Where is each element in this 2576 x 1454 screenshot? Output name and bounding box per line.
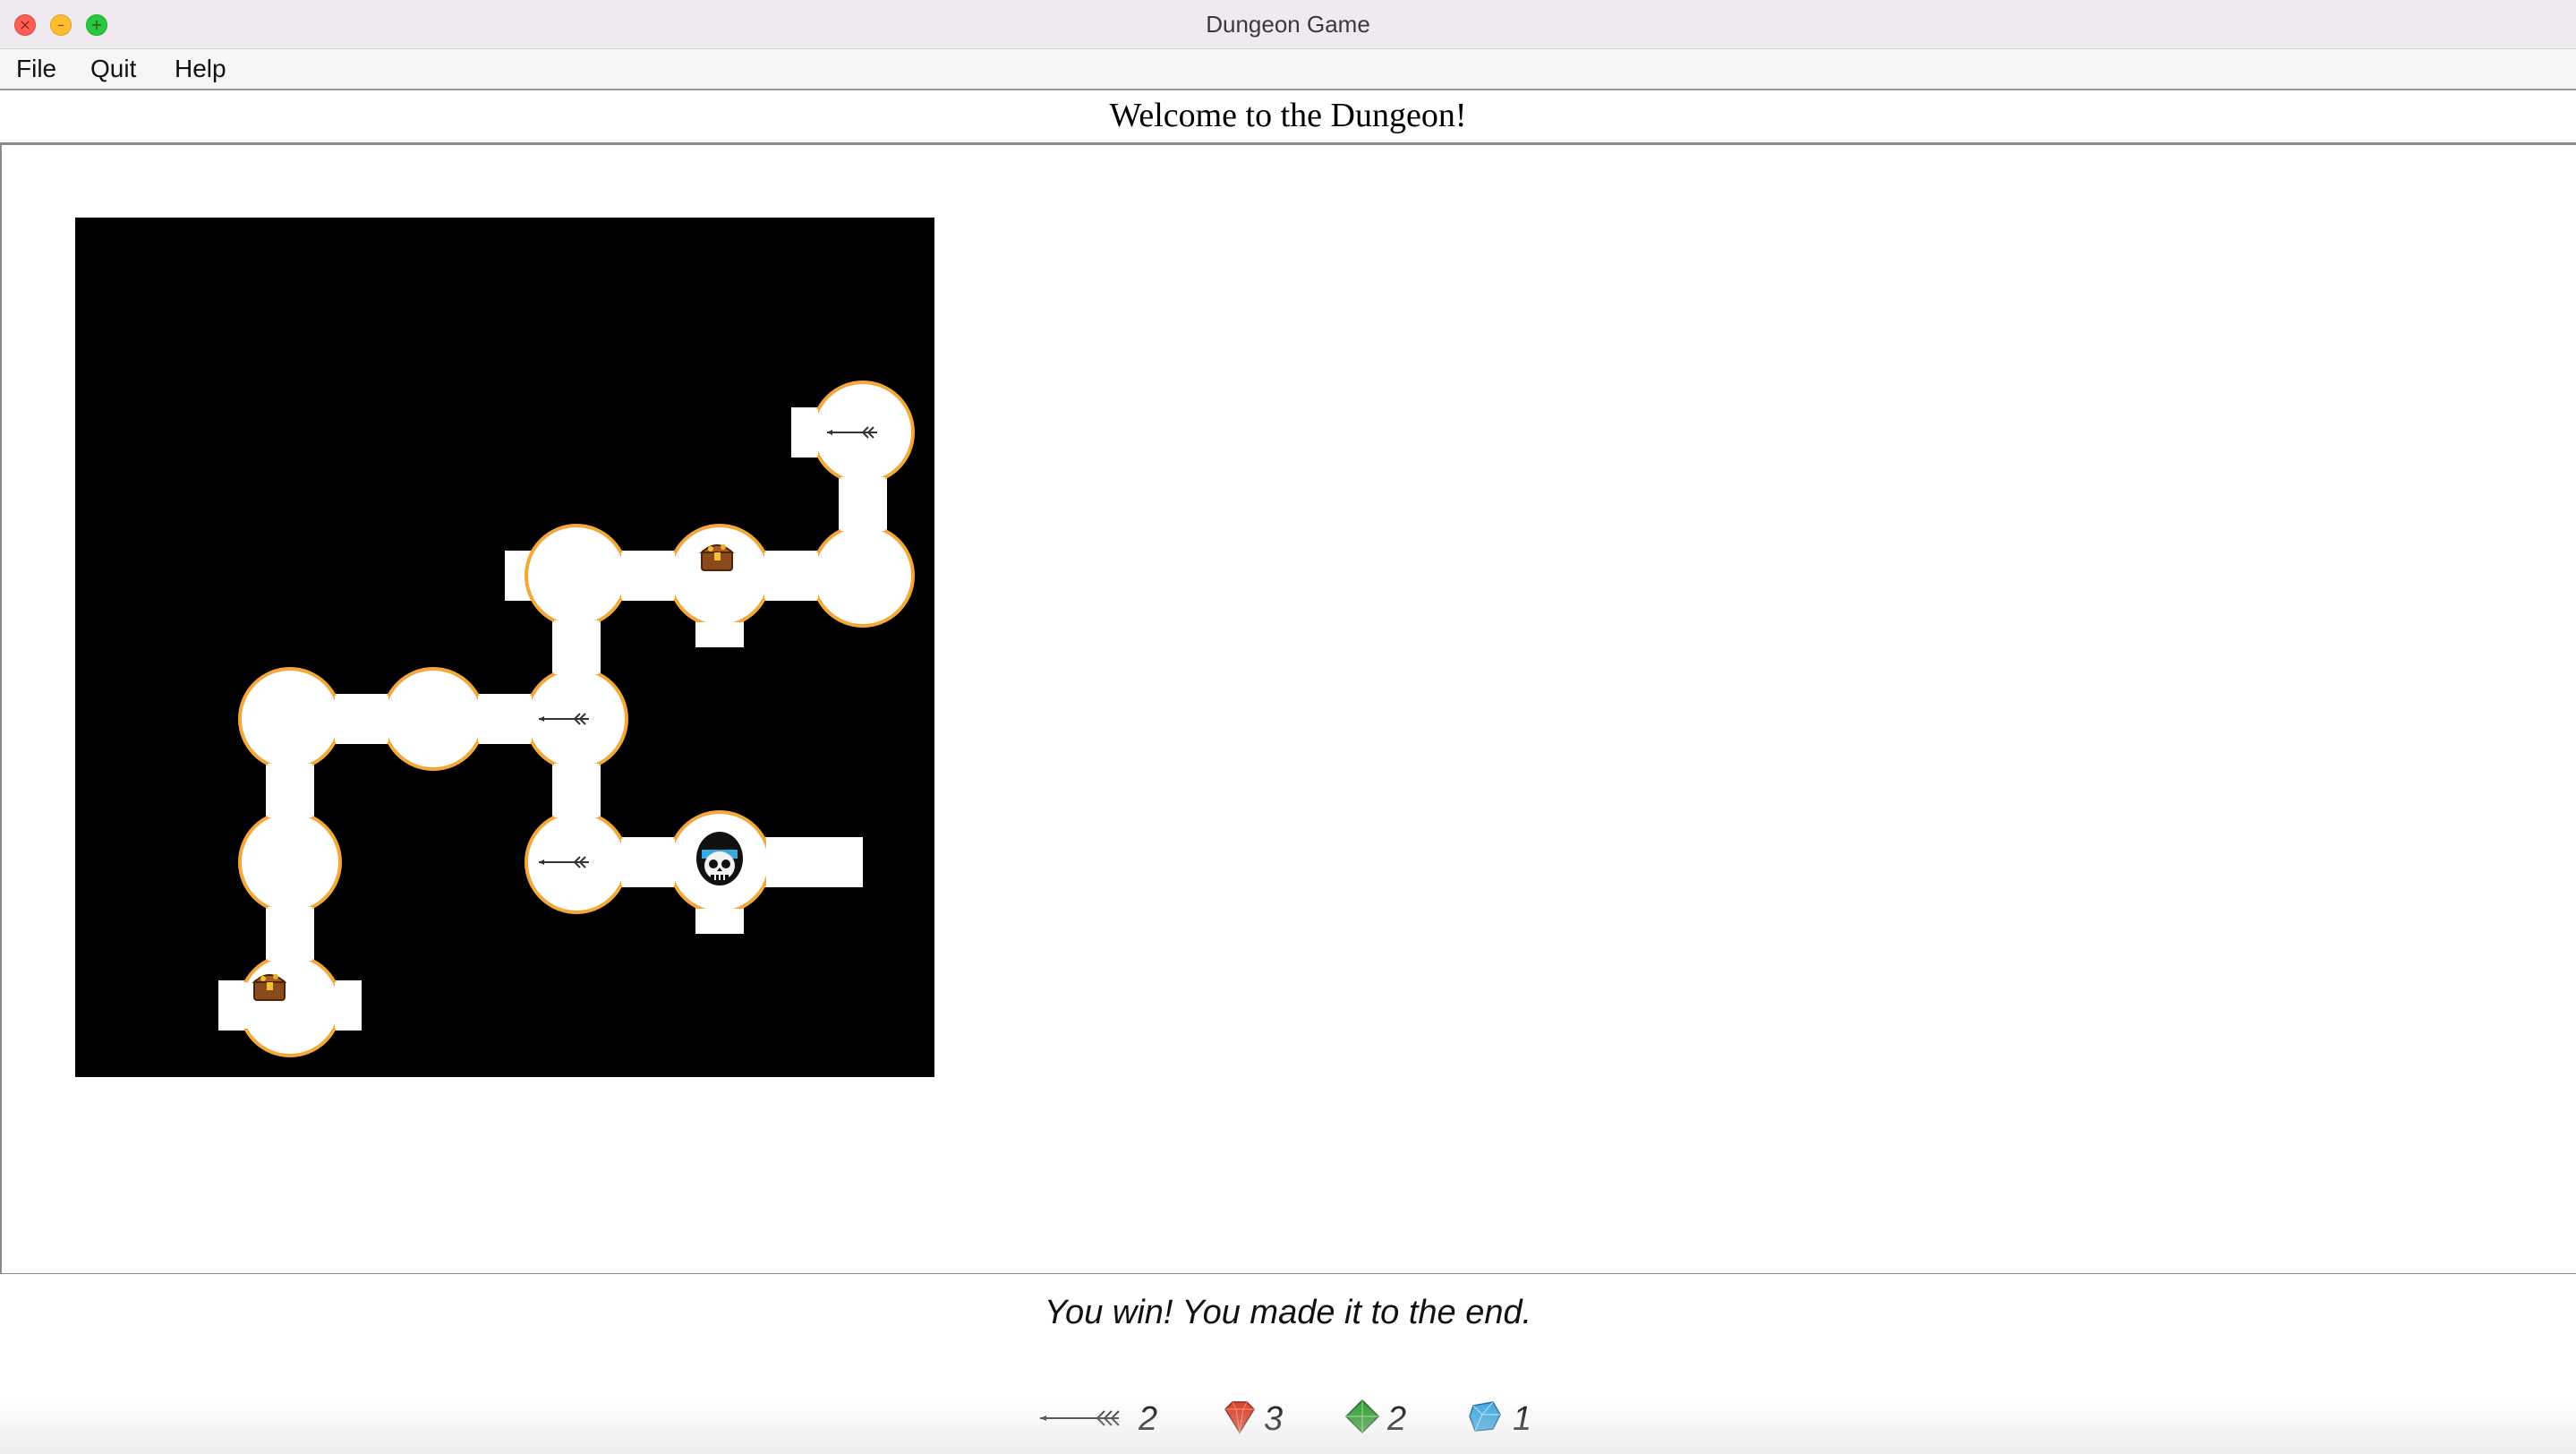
player-skull-icon — [696, 832, 743, 885]
emerald-count: 2 — [1387, 1400, 1407, 1438]
inventory-rubies: 3 — [1222, 1397, 1302, 1447]
title-bar: × – + Dungeon Game — [0, 0, 2576, 49]
welcome-heading: Welcome to the Dungeon! — [0, 90, 2576, 144]
treasure-chest-icon — [252, 974, 287, 1001]
room-r4-c1 — [238, 810, 342, 914]
game-window: × – + Dungeon Game File Quit Help Welcom… — [0, 0, 2576, 1454]
inventory-sapphires: 1 — [1466, 1397, 1547, 1447]
arrow-icon — [1040, 1410, 1120, 1426]
arrow-count: 2 — [1139, 1400, 1158, 1438]
menu-file[interactable]: File — [16, 49, 56, 89]
ruby-count: 3 — [1264, 1400, 1284, 1438]
menu-help[interactable]: Help — [175, 49, 226, 89]
treasure-items — [252, 544, 735, 1001]
ruby-icon — [1224, 1401, 1255, 1434]
dungeon-map-canvas — [218, 381, 915, 1057]
inventory-emeralds: 2 — [1343, 1397, 1423, 1447]
room-r3-c1 — [238, 667, 342, 771]
room-r2-c3 — [525, 524, 628, 628]
inventory-bar: 2 3 2 1 — [0, 1397, 2576, 1447]
room-r2-c4 — [668, 524, 772, 628]
window-title: Dungeon Game — [1206, 11, 1370, 38]
status-message: You win! You made it to the end. — [1044, 1294, 1532, 1331]
treasure-chest-icon — [699, 544, 735, 571]
menu-quit[interactable]: Quit — [90, 49, 136, 89]
room-r3-c2 — [381, 667, 485, 771]
sapphire-icon — [1469, 1401, 1501, 1432]
room-r5-c1 — [238, 954, 342, 1057]
emerald-icon — [1344, 1398, 1380, 1434]
menu-bar: File Quit Help — [0, 49, 2576, 90]
dungeon-map — [75, 218, 934, 1077]
room-r2-c5 — [811, 524, 915, 628]
inventory-arrows: 2 — [1038, 1397, 1157, 1447]
sapphire-count: 1 — [1513, 1400, 1532, 1438]
